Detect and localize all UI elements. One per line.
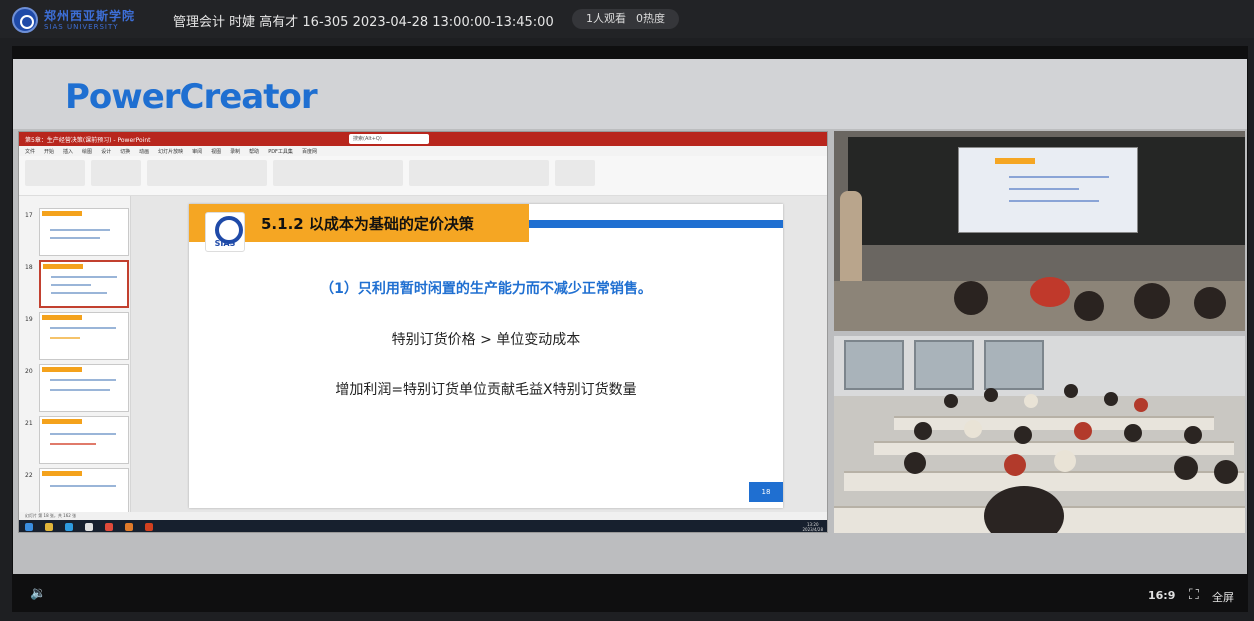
classroom-window [914,340,974,390]
ribbon-group-editing [555,160,595,186]
university-logo: 郑州西亚斯学院 SIAS UNIVERSITY [12,7,135,33]
ppt-menu-item: 插入 [63,148,74,155]
ppt-menu-item: 视图 [211,148,222,155]
thumb-number: 18 [25,264,33,271]
classroom-window [984,340,1044,390]
thumb-number: 21 [25,420,33,427]
slide-accent-stripe [529,220,783,228]
slide-thumbnail [39,208,129,256]
ppt-menu-item: 百度网 [301,148,317,155]
powerpoint-window: 第5章：生产经营决策(课前预习) - PowerPoint 搜索(Alt+Q) … [18,131,828,533]
ppt-workspace: 17 18 19 20 21 22 SIAS 5.1.2 以成本为基础的定价决策… [19,196,827,516]
ribbon-group-slides [91,160,141,186]
lecture-title: 管理会计 时婕 高有才 16-305 2023-04-28 13:00:00-1… [173,15,554,30]
edge-icon [65,523,73,531]
slide-page-number: 18 [749,482,783,502]
thumb-number: 17 [25,212,33,219]
desk-row [894,416,1214,430]
ppt-title-bar: 第5章：生产经营决策(课前预习) - PowerPoint 搜索(Alt+Q) [19,132,827,146]
ppt-menu-item: 文件 [25,148,36,155]
ppt-menu-item: 切换 [120,148,131,155]
fullscreen-icon[interactable]: ⛶ [1189,587,1199,603]
heat-count: 0热度 [636,12,665,25]
current-slide: SIAS 5.1.2 以成本为基础的定价决策 （1）只利用暂时闲置的生产能力而不… [189,204,783,508]
viewer-stats-badge: 1人观看 0热度 [572,9,679,29]
speaker-icon[interactable]: 🔉 [30,586,46,601]
ppt-menu-item: 幻灯片放映 [158,148,184,155]
classroom-camera-wide [834,336,1245,533]
slide-line-3: 增加利润=特别订货单位贡献毛益X特别订货数量 [335,382,637,398]
slide-thumbnail [39,416,129,464]
thumb-number: 22 [25,472,33,479]
foreground-student [984,486,1064,533]
sias-badge-icon: SIAS [205,212,245,252]
ribbon-group-paragraph [273,160,403,186]
ppt-window-title: 第5章：生产经营决策(课前预习) - PowerPoint [25,136,151,144]
badge-text: SIAS [214,239,236,248]
ppt-menu-bar: 文件 开始 插入 绘图 设计 切换 动画 幻灯片放映 审阅 视图 录制 帮助 P… [19,146,827,156]
aspect-ratio-button[interactable]: 16:9 [1148,589,1175,602]
ppt-status-bar: 幻灯片 第 18 张，共 162 张 [19,512,827,520]
ppt-ribbon [19,156,827,196]
slide-thumbnail-selected [39,260,129,308]
ppt-menu-item: PDF工具集 [268,148,293,155]
player-controls: 🔉 16:9 ⛶ 全屏 [12,582,1248,612]
firefox-icon [125,523,133,531]
ppt-menu-item: 绘图 [82,148,93,155]
ppt-menu-item: 帮助 [249,148,260,155]
chrome-icon [105,523,113,531]
ppt-menu-item: 审阅 [192,148,203,155]
video-frame: PowerCreator 第5章：生产经营决策(课前预习) - PowerPoi… [13,59,1247,574]
ppt-menu-item: 动画 [139,148,150,155]
ribbon-group-clipboard [25,160,85,186]
slide-thumbnail [39,468,129,516]
ribbon-group-font [147,160,267,186]
top-bar: 郑州西亚斯学院 SIAS UNIVERSITY 管理会计 时婕 高有才 16-3… [0,0,1254,38]
slide-thumbnail [39,312,129,360]
powercreator-logo: PowerCreator [65,77,318,117]
thumb-number: 19 [25,316,33,323]
classroom-camera-front [834,131,1245,331]
powerpoint-icon [145,523,153,531]
slide-line-2: 特别订货价格 > 单位变动成本 [391,332,581,348]
fullscreen-button[interactable]: 全屏 [1212,589,1234,605]
taskbar-clock: 13:20 2023/4/28 [802,522,823,532]
logo-english-name: SIAS UNIVERSITY [44,22,119,31]
clock-date: 2023/4/28 [802,527,823,532]
ppt-search-box: 搜索(Alt+Q) [349,134,429,144]
ppt-menu-item: 录制 [230,148,241,155]
slide-thumbnail [39,364,129,412]
video-player[interactable]: PowerCreator 第5章：生产经营决策(课前预习) - PowerPoi… [12,46,1248,612]
slide-title: 5.1.2 以成本为基础的定价决策 [261,215,474,233]
windows-start-icon [25,523,33,531]
slide-line-1: （1）只利用暂时闲置的生产能力而不减少正常销售。 [320,281,652,297]
classroom-window [844,340,904,390]
app-icon [85,523,93,531]
projector-screen [958,147,1138,233]
ppt-menu-item: 设计 [101,148,112,155]
logo-chinese-name: 郑州西亚斯学院 [44,8,136,23]
university-seal-icon [12,7,38,33]
thumb-number: 20 [25,368,33,375]
desk-row [874,441,1234,455]
ppt-menu-item: 开始 [44,148,55,155]
viewer-count: 1人观看 [586,12,626,25]
slide-thumbnail-pane: 17 18 19 20 21 22 [19,196,131,516]
brand-banner: PowerCreator [13,59,1247,129]
blackboard [848,137,1245,245]
windows-taskbar: 13:20 2023/4/28 [19,520,827,532]
file-explorer-icon [45,523,53,531]
ribbon-group-drawing [409,160,549,186]
